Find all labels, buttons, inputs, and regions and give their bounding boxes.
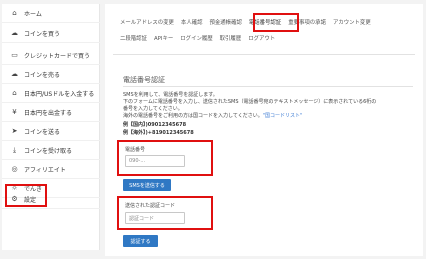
page-title: 電話番号認証 [123, 76, 165, 84]
sidebar-item-send-coin[interactable]: ➤ コインを送る [2, 122, 100, 141]
highlight-settings [5, 184, 47, 207]
sidebar-item-label: クレジットカードで買う [24, 52, 91, 60]
sidebar-item-label: コインを送る [24, 128, 61, 136]
download-icon: ⤓ [12, 145, 17, 154]
cart-icon: ☁ [11, 29, 18, 37]
sidebar-item-label: コインを売る [24, 71, 61, 79]
cloud-icon: ☁ [11, 70, 18, 78]
account-tabs-row-1: メールアドレスの変更 本人確認 預金通帳確認 電話番号認証 重要事項の承諾 アカ… [120, 16, 378, 28]
sidebar-item-deposit[interactable]: ⌂ 日本円/USドルを入金する [2, 84, 100, 103]
sidebar-item-label: 日本円を出金する [24, 109, 73, 117]
divider [113, 54, 415, 55]
tab-identity-verification[interactable]: 本人確認 [181, 18, 203, 26]
sidebar-item-buy-coin[interactable]: ☁ コインを買う [2, 24, 100, 43]
tab-email-change[interactable]: メールアドレスの変更 [120, 18, 174, 26]
sidebar-item-home[interactable]: ⌂ ホーム [2, 4, 100, 23]
sidebar-item-sell-coin[interactable]: ☁ コインを売る [2, 65, 100, 84]
sidebar-item-label: 日本円/USドルを入金する [24, 90, 95, 98]
example-international: 例【海外】)+819012345678 [123, 130, 194, 136]
main-panel: メールアドレスの変更 本人確認 預金通帳確認 電話番号認証 重要事項の承諾 アカ… [105, 4, 423, 256]
sidebar-item-credit-card[interactable]: ▭ クレジットカードで買う [2, 46, 100, 65]
sidebar-item-withdraw[interactable]: ¥ 日本円を出金する [2, 103, 100, 122]
yen-icon: ¥ [12, 108, 17, 116]
title-divider [123, 86, 413, 87]
sidebar-item-label: コインを受け取る [24, 147, 73, 155]
highlight-phone-tab [253, 13, 299, 32]
tab-two-factor[interactable]: 二段階認証 [120, 34, 147, 42]
app-frame: ⌂ ホーム ☁ コインを買う ▭ クレジットカードで買う ☁ コインを売る ⌂ … [0, 0, 426, 259]
verify-button[interactable]: 認証する [123, 235, 158, 247]
description-line-4: 海外の電話番号をご利用の方は国コードを入力してください。"国コードリスト" [123, 112, 302, 119]
tab-logout[interactable]: ログアウト [248, 34, 275, 42]
tab-api-key[interactable]: APIキー [154, 34, 173, 42]
country-code-list-link[interactable]: "国コードリスト" [263, 113, 303, 119]
description-line-2: 下のフォームに電話番号を入力し、送信されたSMS（電話番号宛のテキストメッセージ… [123, 99, 377, 105]
tab-login-history[interactable]: ログイン履歴 [180, 34, 212, 42]
account-tabs-row-2: 二段階認証 APIキー ログイン履歴 取引履歴 ログアウト [120, 32, 282, 44]
country-code-note: 海外の電話番号をご利用の方は国コードを入力してください。 [123, 113, 263, 119]
highlight-phone-input [117, 140, 213, 176]
tab-account-change[interactable]: アカウント変更 [333, 18, 371, 26]
tab-trade-history[interactable]: 取引履歴 [220, 34, 242, 42]
description-line-3: 番号を入力してください。 [123, 106, 183, 112]
home-icon: ⌂ [12, 9, 17, 17]
description-line-1: SMSを利用して、電話番号を認証します。 [123, 92, 218, 98]
sidebar-item-label: アフィリエイト [24, 166, 66, 174]
sidebar-item-label: コインを買う [24, 30, 61, 38]
send-icon: ➤ [11, 127, 18, 135]
tab-bankbook-verification[interactable]: 預金通帳確認 [210, 18, 242, 26]
sidebar-item-receive-coin[interactable]: ⤓ コインを受け取る [2, 141, 100, 160]
send-sms-button[interactable]: SMSを送信する [123, 179, 171, 191]
example-domestic: 例【国内】)09012345678 [123, 122, 187, 128]
sidebar-item-affiliate[interactable]: ◎ アフィリエイト [2, 160, 100, 179]
bank-icon: ⌂ [12, 89, 17, 97]
affiliate-icon: ◎ [11, 165, 18, 173]
credit-card-icon: ▭ [11, 51, 18, 59]
highlight-code-input [117, 196, 213, 230]
sidebar-item-label: ホーム [24, 10, 42, 18]
sidebar: ⌂ ホーム ☁ コインを買う ▭ クレジットカードで買う ☁ コインを売る ⌂ … [2, 4, 100, 250]
